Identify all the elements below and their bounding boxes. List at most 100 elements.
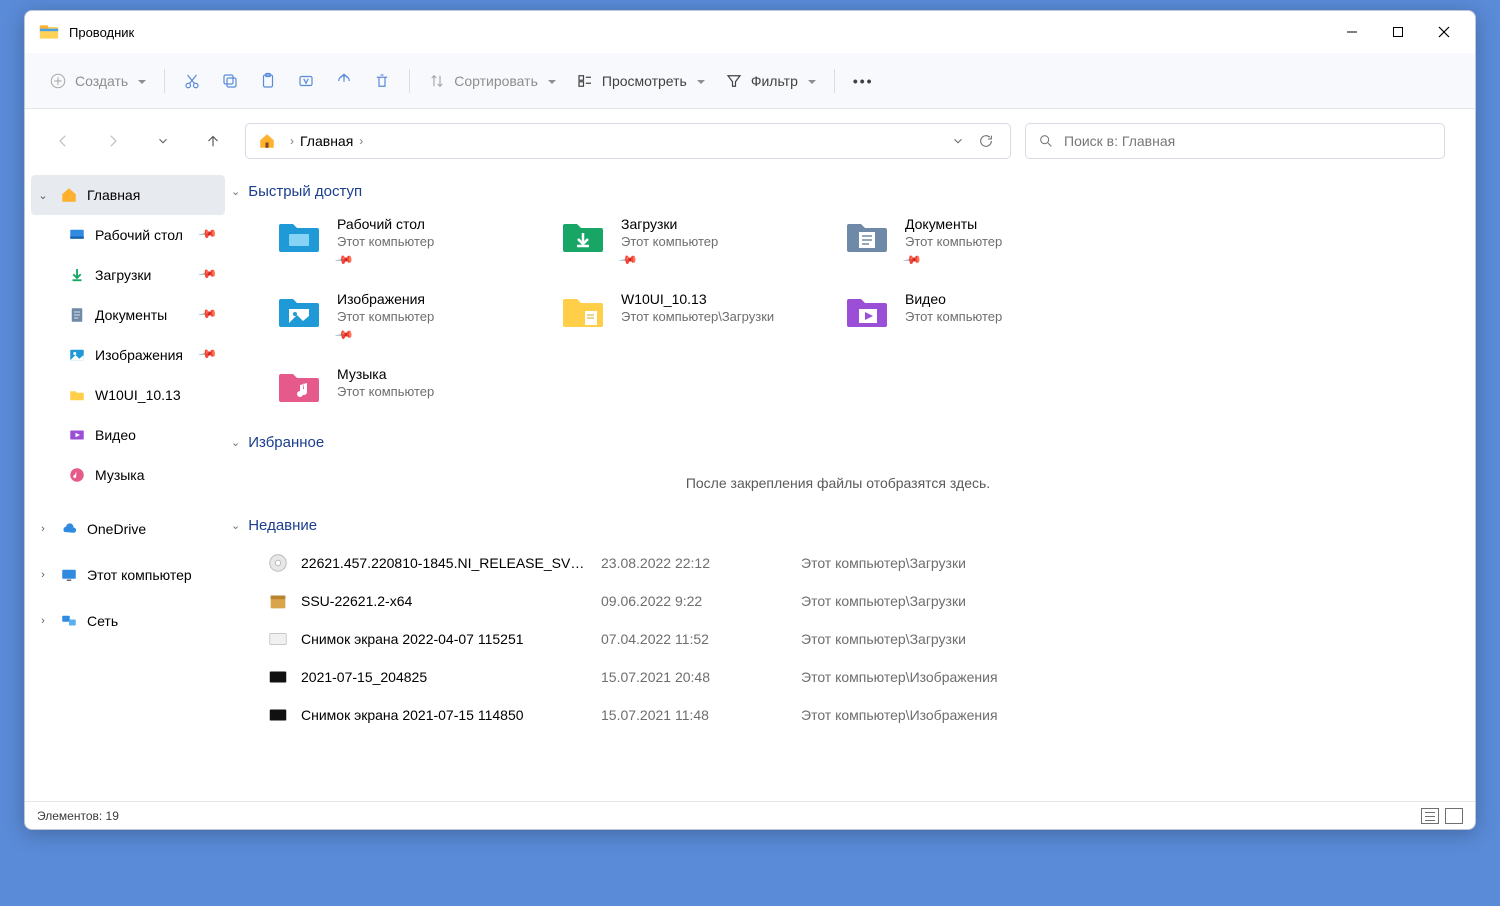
section-favorites[interactable]: ⌄ Избранное: [231, 434, 1445, 451]
rename-icon: [297, 72, 315, 90]
file-explorer-window: Проводник Создать Сортировать Просмотрет…: [24, 10, 1476, 830]
folder-icon: [275, 216, 323, 256]
file-icon: [267, 628, 289, 650]
title-bar[interactable]: Проводник: [25, 11, 1475, 53]
back-button[interactable]: [45, 123, 81, 159]
chevron-down-icon: ⌄: [35, 189, 51, 202]
refresh-button[interactable]: [972, 133, 1000, 149]
file-name: 22621.457.220810-1845.NI_RELEASE_SVC_PR.…: [301, 555, 601, 571]
maximize-button[interactable]: [1375, 16, 1421, 48]
content-pane: ⌄ Быстрый доступ Рабочий стол Этот компь…: [225, 169, 1475, 801]
chevron-down-icon: [136, 73, 146, 89]
quick-access-tile[interactable]: Загрузки Этот компьютер 📌: [551, 210, 821, 273]
quick-access-tile[interactable]: Изображения Этот компьютер 📌: [267, 285, 537, 348]
quick-access-tile[interactable]: Видео Этот компьютер: [835, 285, 1105, 348]
pin-icon: 📌: [198, 344, 222, 367]
recent-locations-button[interactable]: [145, 123, 181, 159]
tile-name: W10UI_10.13: [621, 291, 774, 307]
more-button[interactable]: •••: [843, 63, 884, 99]
section-quick-access[interactable]: ⌄ Быстрый доступ: [231, 183, 1445, 200]
paste-button[interactable]: [249, 63, 287, 99]
sidebar-item[interactable]: Документы📌: [31, 295, 225, 335]
minimize-button[interactable]: [1329, 16, 1375, 48]
sidebar-item[interactable]: Видео: [31, 415, 225, 455]
address-history-button[interactable]: [944, 134, 972, 148]
chevron-right-icon[interactable]: ›: [35, 523, 51, 535]
sidebar-item-network[interactable]: › Сеть: [31, 601, 225, 641]
network-icon: [59, 611, 79, 631]
folder-icon: [67, 305, 87, 325]
pin-icon: 📌: [618, 250, 638, 270]
pin-icon: 📌: [198, 264, 222, 287]
sidebar-item-onedrive[interactable]: › OneDrive: [31, 509, 225, 549]
tile-name: Загрузки: [621, 216, 718, 232]
chevron-down-icon: ⌄: [231, 519, 240, 532]
address-bar[interactable]: › Главная ›: [245, 123, 1011, 159]
share-icon: [335, 72, 353, 90]
file-icon: [267, 590, 289, 612]
cloud-icon: [59, 519, 79, 539]
new-button[interactable]: Создать: [39, 63, 156, 99]
file-date: 23.08.2022 22:12: [601, 555, 801, 571]
recent-file-row[interactable]: Снимок экрана 2022-04-07 115251 07.04.20…: [267, 620, 1445, 658]
filter-button[interactable]: Фильтр: [715, 63, 826, 99]
trash-icon: [373, 72, 391, 90]
chevron-down-icon: ⌄: [231, 185, 240, 198]
section-recent[interactable]: ⌄ Недавние: [231, 517, 1445, 534]
details-view-button[interactable]: [1421, 808, 1439, 824]
file-date: 07.04.2022 11:52: [601, 631, 801, 647]
file-location: Этот компьютер\Загрузки: [801, 631, 1445, 647]
file-location: Этот компьютер\Загрузки: [801, 555, 1445, 571]
breadcrumb[interactable]: Главная: [300, 133, 353, 149]
recent-file-row[interactable]: 22621.457.220810-1845.NI_RELEASE_SVC_PR.…: [267, 544, 1445, 582]
folder-icon: [67, 225, 87, 245]
sort-icon: [428, 72, 446, 90]
forward-button[interactable]: [95, 123, 131, 159]
quick-access-tile[interactable]: Документы Этот компьютер 📌: [835, 210, 1105, 273]
scissors-icon: [183, 72, 201, 90]
cut-button[interactable]: [173, 63, 211, 99]
folder-icon: [559, 216, 607, 256]
clipboard-icon: [259, 72, 277, 90]
address-row: › Главная › Поиск в: Главная: [25, 109, 1475, 169]
search-placeholder: Поиск в: Главная: [1064, 133, 1175, 149]
file-date: 15.07.2021 20:48: [601, 669, 801, 685]
recent-file-row[interactable]: SSU-22621.2-x64 09.06.2022 9:22 Этот ком…: [267, 582, 1445, 620]
funnel-icon: [725, 72, 743, 90]
recent-file-row[interactable]: 2021-07-15_204825 15.07.2021 20:48 Этот …: [267, 658, 1445, 696]
sidebar-item[interactable]: Рабочий стол📌: [31, 215, 225, 255]
quick-access-tile[interactable]: Рабочий стол Этот компьютер 📌: [267, 210, 537, 273]
close-button[interactable]: [1421, 16, 1467, 48]
sidebar-item[interactable]: Музыка: [31, 455, 225, 495]
rename-button[interactable]: [287, 63, 325, 99]
up-button[interactable]: [195, 123, 231, 159]
quick-access-tile[interactable]: Музыка Этот компьютер: [267, 360, 537, 412]
tile-name: Рабочий стол: [337, 216, 434, 232]
folder-icon: [67, 465, 87, 485]
sidebar-item[interactable]: Загрузки📌: [31, 255, 225, 295]
copy-button[interactable]: [211, 63, 249, 99]
delete-button[interactable]: [363, 63, 401, 99]
sidebar-item-home[interactable]: ⌄ Главная: [31, 175, 225, 215]
large-icons-view-button[interactable]: [1445, 808, 1463, 824]
sidebar-item-this-pc[interactable]: › Этот компьютер: [31, 555, 225, 595]
recent-file-row[interactable]: Снимок экрана 2021-07-15 114850 15.07.20…: [267, 696, 1445, 734]
sidebar-item[interactable]: W10UI_10.13: [31, 375, 225, 415]
chevron-down-icon: ⌄: [231, 436, 240, 449]
plus-circle-icon: [49, 72, 67, 90]
sidebar-item[interactable]: Изображения📌: [31, 335, 225, 375]
quick-access-tile[interactable]: W10UI_10.13 Этот компьютер\Загрузки: [551, 285, 821, 348]
search-icon: [1038, 133, 1054, 149]
chevron-right-icon: ›: [290, 134, 294, 148]
view-button[interactable]: Просмотреть: [566, 63, 715, 99]
sort-button[interactable]: Сортировать: [418, 63, 566, 99]
file-name: Снимок экрана 2021-07-15 114850: [301, 707, 601, 723]
pin-icon: 📌: [334, 325, 354, 345]
chevron-right-icon[interactable]: ›: [35, 569, 51, 581]
chevron-right-icon[interactable]: ›: [35, 615, 51, 627]
share-button[interactable]: [325, 63, 363, 99]
tile-location: Этот компьютер: [337, 309, 434, 324]
search-input[interactable]: Поиск в: Главная: [1025, 123, 1445, 159]
file-icon: [267, 704, 289, 726]
tile-name: Видео: [905, 291, 1002, 307]
